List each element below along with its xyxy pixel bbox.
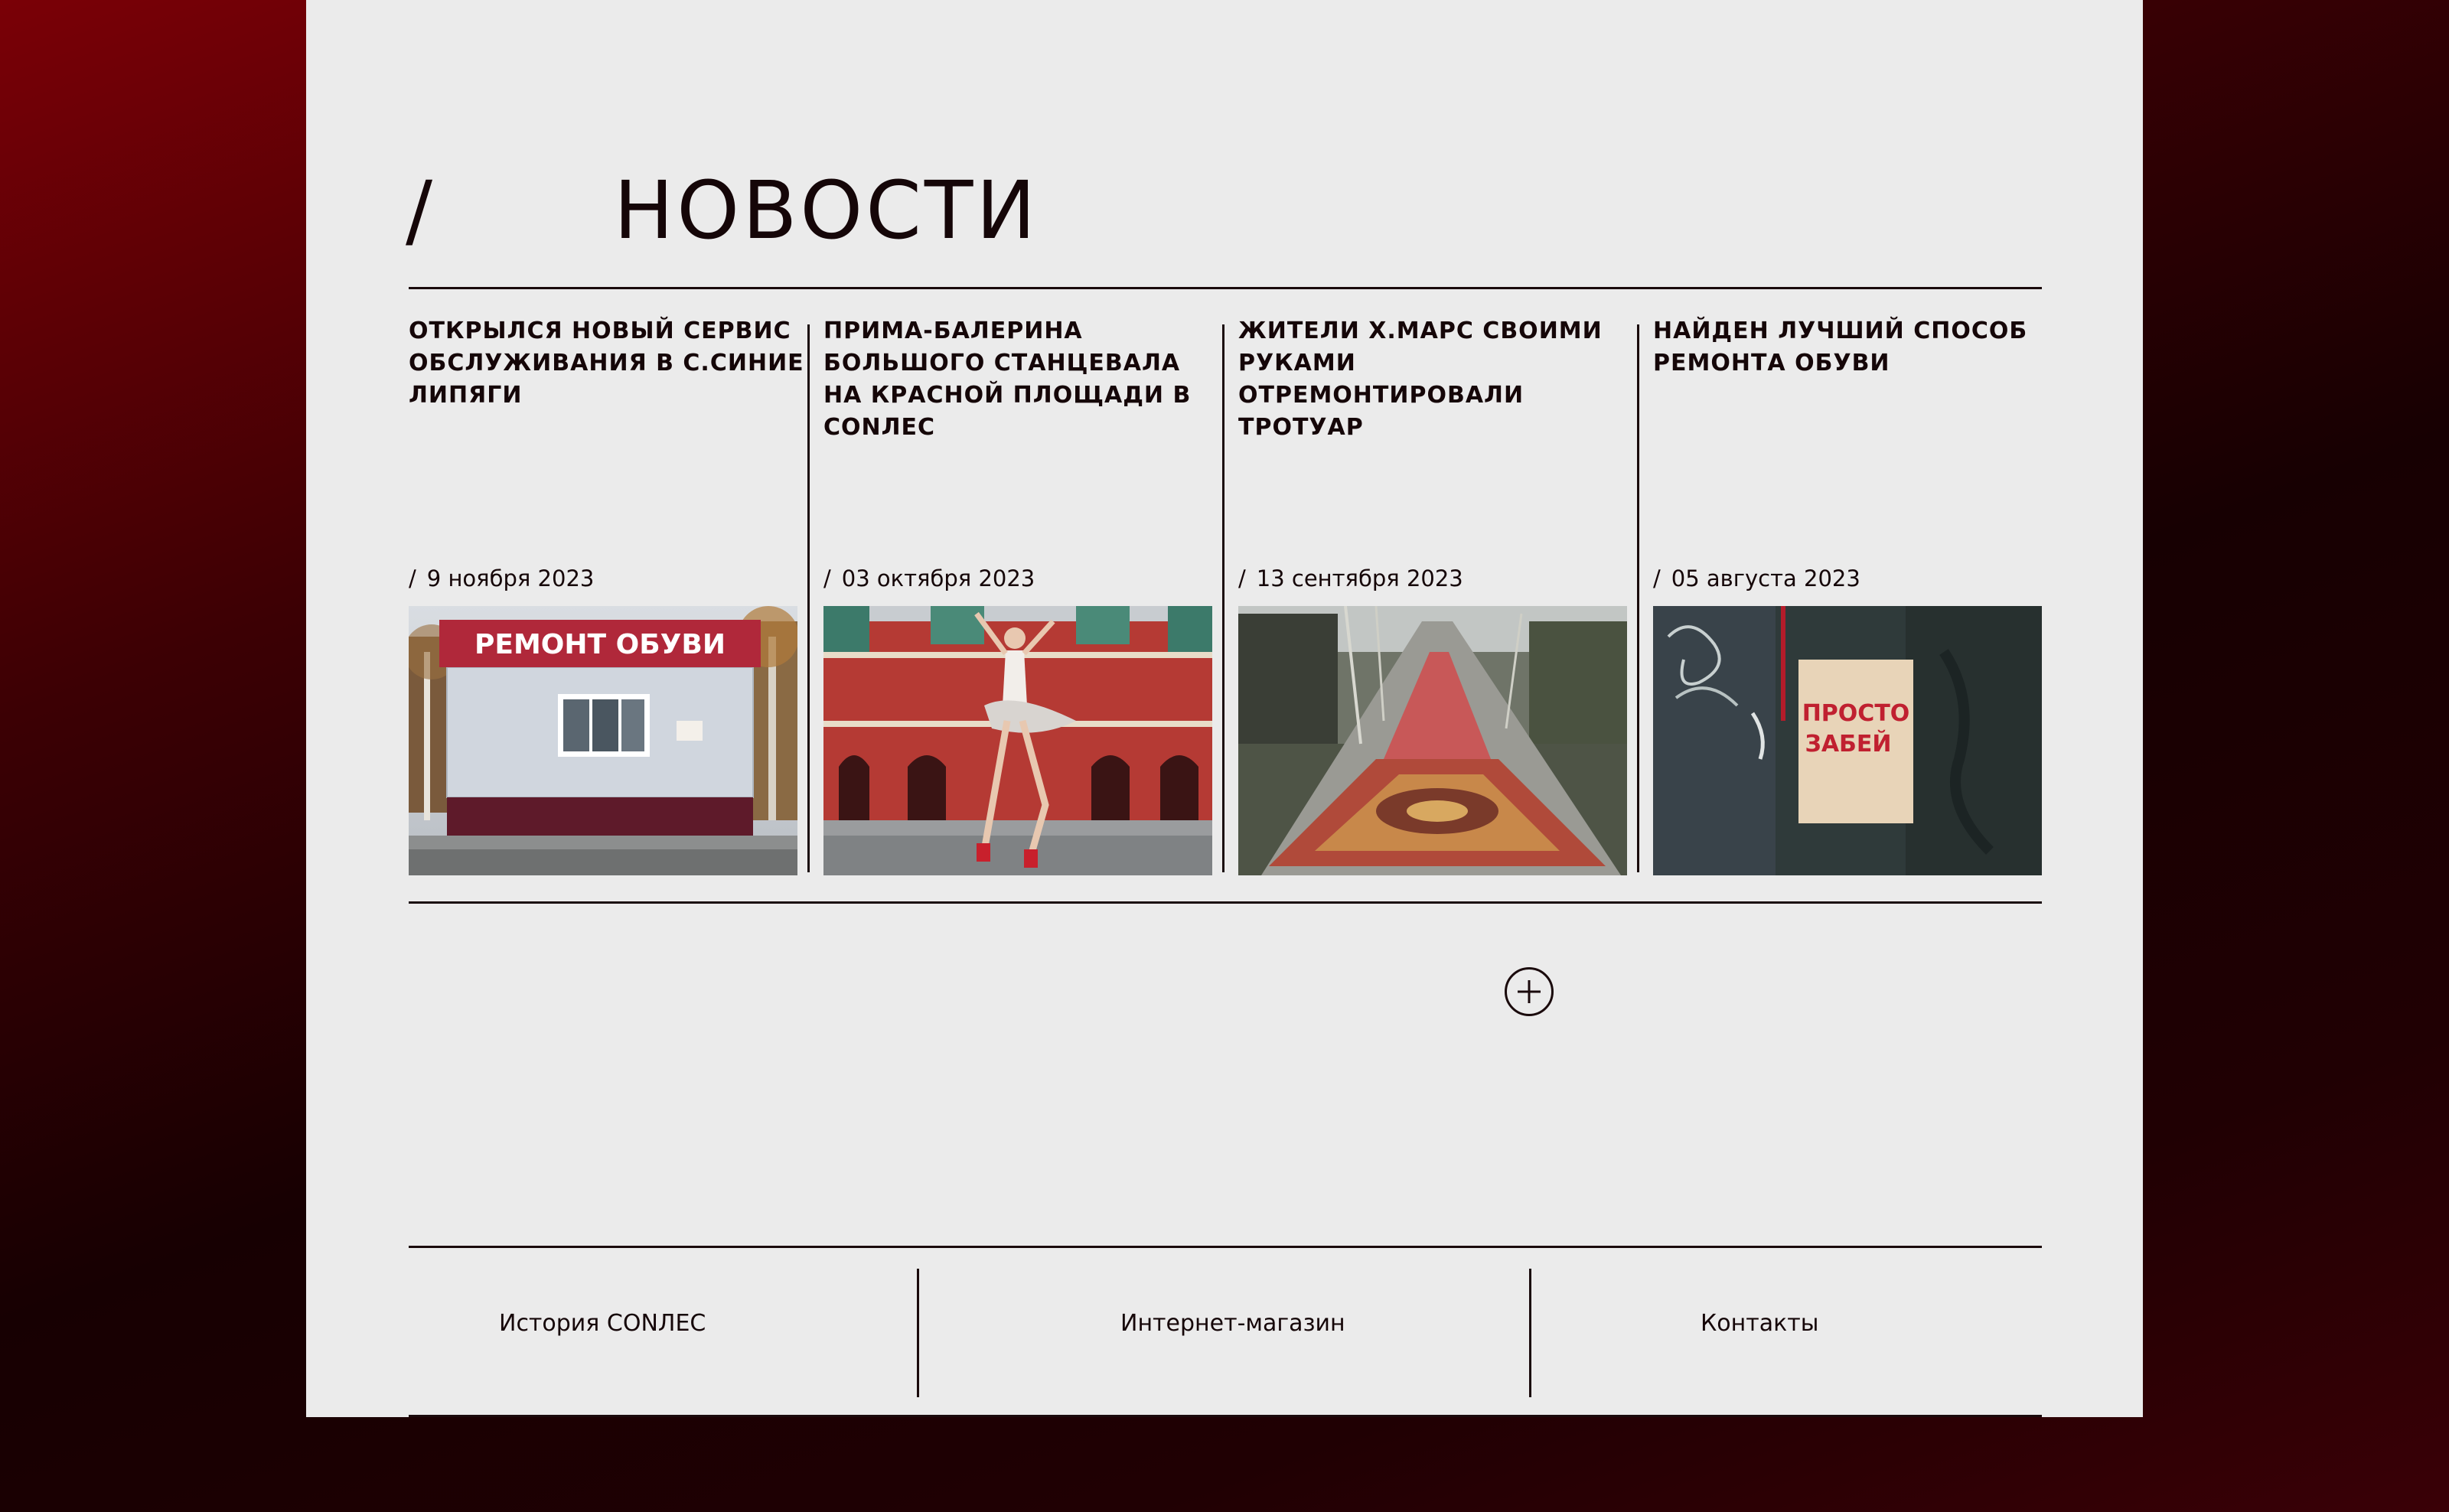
news-grid: ОТКРЫЛСЯ НОВЫЙ СЕРВИС ОБСЛУЖИВАНИЯ В С.С… xyxy=(409,315,2042,877)
footer-link-history[interactable]: История CONЛЕС xyxy=(499,1308,706,1339)
news-panel: / НОВОСТИ ОТКРЫЛСЯ НОВЫЙ СЕРВИС ОБСЛУЖИВ… xyxy=(306,0,2143,1417)
load-more-button[interactable] xyxy=(1505,967,1554,1016)
footer-bottom-divider xyxy=(409,1415,2042,1417)
kiosk-sign-text: РЕМОНТ ОБУВИ xyxy=(474,629,726,660)
poster-text-line1: ПРОСТО xyxy=(1802,700,1910,727)
news-card[interactable]: ПРИМА-БАЛЕРИНА БОЛЬШОГО СТАНЦЕВАЛА НА КР… xyxy=(823,315,1212,877)
news-column-divider xyxy=(807,324,810,872)
news-column-divider xyxy=(1637,324,1639,872)
footer-link-shop[interactable]: Интернет-магазин xyxy=(1120,1308,1345,1339)
footer-link-contacts[interactable]: Контакты xyxy=(1701,1308,1818,1339)
news-card-title[interactable]: ПРИМА-БАЛЕРИНА БОЛЬШОГО СТАНЦЕВАЛА НА КР… xyxy=(823,315,1221,444)
poster-text-line2: ЗАБЕЙ xyxy=(1805,730,1892,758)
news-bottom-divider xyxy=(409,901,2042,904)
plus-circle-icon xyxy=(1518,980,1541,1003)
ballerina-red-square-image xyxy=(823,606,1212,875)
news-card[interactable]: ОТКРЫЛСЯ НОВЫЙ СЕРВИС ОБСЛУЖИВАНИЯ В С.С… xyxy=(409,315,804,877)
footer-divider xyxy=(1529,1269,1531,1397)
shoe-repair-kiosk-image: РЕМОНТ ОБУВИ xyxy=(409,606,797,875)
date-slash: / xyxy=(409,565,416,591)
date-text: 13 сентября 2023 xyxy=(1256,565,1463,591)
news-card-date: / 13 сентября 2023 xyxy=(1238,563,1463,594)
date-slash: / xyxy=(1238,565,1246,591)
news-card-date: / 9 ноября 2023 xyxy=(409,563,594,594)
footer-divider xyxy=(917,1269,919,1397)
date-text: 03 октября 2023 xyxy=(841,565,1035,591)
date-slash: / xyxy=(823,565,831,591)
news-card-image[interactable] xyxy=(823,606,1212,875)
page-title: / НОВОСТИ xyxy=(406,168,1039,253)
title-text: НОВОСТИ xyxy=(614,163,1039,257)
carpet-sidewalk-image xyxy=(1238,606,1627,875)
footer-top-divider xyxy=(409,1246,2042,1248)
news-card-date: / 05 августа 2023 xyxy=(1653,563,1860,594)
news-card-date: / 03 октября 2023 xyxy=(823,563,1035,594)
news-card-image[interactable] xyxy=(1238,606,1627,875)
title-slash: / xyxy=(406,163,436,257)
top-divider xyxy=(409,287,2042,289)
news-card-image[interactable]: ПРОСТО ЗАБЕЙ xyxy=(1653,606,2042,875)
news-card-image[interactable]: РЕМОНТ ОБУВИ xyxy=(409,606,797,875)
poster-wall-image: ПРОСТО ЗАБЕЙ xyxy=(1653,606,2042,875)
news-card[interactable]: НАЙДЕН ЛУЧШИЙ СПОСОБ РЕМОНТА ОБУВИ /05 а… xyxy=(1653,315,2042,877)
news-card-title[interactable]: ЖИТЕЛИ Х.МАРС СВОИМИ РУКАМИ ОТРЕМОНТИРОВ… xyxy=(1238,315,1636,444)
news-card-title[interactable]: ОТКРЫЛСЯ НОВЫЙ СЕРВИС ОБСЛУЖИВАНИЯ В С.С… xyxy=(409,315,807,412)
date-text: 05 августа 2023 xyxy=(1671,565,1860,591)
news-card-title[interactable]: НАЙДЕН ЛУЧШИЙ СПОСОБ РЕМОНТА ОБУВИ xyxy=(1653,315,2051,380)
news-column-divider xyxy=(1222,324,1224,872)
date-slash: / xyxy=(1653,565,1661,591)
news-card[interactable]: ЖИТЕЛИ Х.МАРС СВОИМИ РУКАМИ ОТРЕМОНТИРОВ… xyxy=(1238,315,1627,877)
date-text: 9 ноября 2023 xyxy=(426,565,595,591)
